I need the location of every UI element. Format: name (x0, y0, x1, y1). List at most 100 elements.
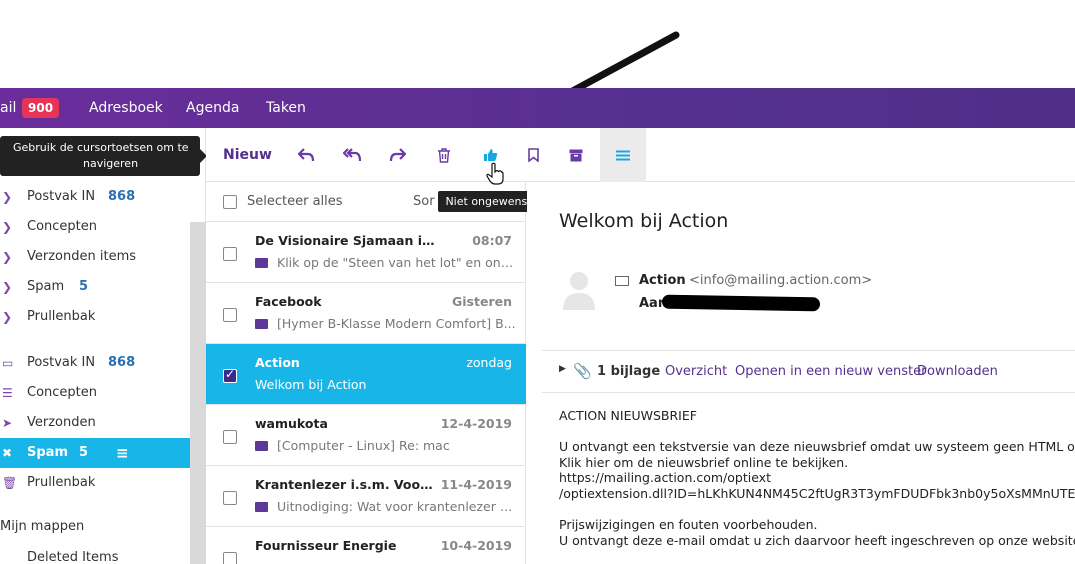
message-date: 08:07 (472, 233, 512, 248)
folder-postvak-in-2[interactable]: ▭ Postvak IN 868 (0, 348, 190, 378)
folder-verzonden-2[interactable]: ➤ Verzonden (0, 408, 190, 438)
message-checkbox[interactable] (223, 552, 237, 564)
message-from: Action (255, 355, 300, 370)
bookmark-icon[interactable] (513, 128, 553, 182)
folder-label: Prullenbak (27, 309, 96, 324)
envelope-icon (255, 319, 268, 329)
attachment-count: 1 bijlage (597, 364, 661, 379)
message-date: 11-4-2019 (440, 477, 512, 492)
email-body: ACTION NIEUWSBRIEF U ontvangt een tekstv… (559, 408, 1075, 548)
redaction-mark (661, 294, 821, 312)
chevron-right-icon[interactable]: ❯ (2, 242, 16, 272)
folder-postvak-in[interactable]: ❯ Postvak IN 868 (0, 182, 190, 212)
folder-label: Concepten (27, 385, 98, 400)
sender-name[interactable]: Action (639, 273, 686, 288)
folder-count: 868 (108, 189, 136, 204)
folder-label: Spam (27, 445, 68, 460)
folder-spam[interactable]: ❯ Spam 5 (0, 272, 190, 302)
folder-prullenbak-2[interactable]: 🗑 Prullenbak (0, 468, 190, 498)
forward-icon[interactable] (378, 128, 418, 182)
message-checkbox[interactable] (223, 491, 237, 505)
folder-count: 5 (79, 279, 89, 294)
new-message-button[interactable]: Nieuw (223, 128, 272, 182)
email-subject: Welkom bij Action (559, 210, 729, 232)
message-subject: [Computer - Linux] Re: mac (277, 438, 450, 453)
trash-icon[interactable] (424, 128, 464, 182)
message-from: Krantenlezer i.s.m. VoorDe... (255, 477, 435, 492)
folder-label: Prullenbak (27, 475, 96, 490)
message-row[interactable]: De Visionaire Sjamaan i.s.m Vo... 08:07 … (206, 222, 526, 283)
hand-cursor-icon (486, 162, 504, 185)
message-from: De Visionaire Sjamaan i.s.m Vo... (255, 233, 435, 248)
draft-icon: ☰ (2, 386, 13, 400)
folder-concepten-2[interactable]: ☰ Concepten (0, 378, 190, 408)
message-date: zondag (466, 355, 512, 370)
download-link[interactable]: Downloaden (917, 364, 998, 379)
select-all-checkbox[interactable] (223, 195, 237, 209)
folder-label: Verzonden (27, 415, 96, 430)
sort-button[interactable]: Sor (413, 194, 435, 209)
message-toolbar: Nieuw (206, 128, 1075, 182)
inbox-icon: ▭ (2, 356, 14, 370)
envelope-icon (255, 502, 268, 512)
folder-scrollbar[interactable] (190, 222, 206, 564)
message-subject: Welkom bij Action (255, 377, 367, 392)
message-checkbox[interactable] (223, 430, 237, 444)
folder-deleted-items[interactable]: Deleted Items (0, 543, 190, 564)
message-date: 10-4-2019 (440, 538, 512, 553)
open-new-window-link[interactable]: Openen in een nieuw venster (735, 364, 926, 379)
reply-all-icon[interactable] (332, 128, 372, 182)
folder-spam-2[interactable]: ✖ Spam 5 ≡ (0, 438, 190, 468)
nav-adresboek[interactable]: Adresboek (89, 88, 163, 128)
archive-icon[interactable] (556, 128, 596, 182)
folder-label: Postvak IN (27, 189, 96, 204)
folder-verzonden-items[interactable]: ❯ Verzonden items (0, 242, 190, 272)
folder-menu-icon[interactable]: ≡ (116, 438, 129, 468)
nav-taken[interactable]: Taken (266, 88, 306, 128)
nav-mail[interactable]: ail (0, 88, 16, 128)
message-checkbox[interactable] (223, 247, 237, 261)
trash-icon: 🗑 (2, 476, 18, 490)
caret-right-icon[interactable]: ▶ (559, 364, 566, 374)
envelope-icon (255, 258, 268, 268)
message-checkbox[interactable] (223, 367, 237, 383)
avatar-icon (563, 272, 595, 310)
message-subject: [Hymer B-Klasse Modern Comfort] B... (277, 316, 516, 331)
divider (542, 392, 1075, 393)
message-from: Fournisseur Energie (255, 538, 397, 553)
chevron-right-icon[interactable]: ❯ (2, 272, 16, 302)
divider (542, 350, 1075, 351)
send-icon: ➤ (2, 416, 13, 430)
reading-pane: Welkom bij Action Action <info@mailing.a… (527, 182, 1075, 564)
chevron-right-icon[interactable]: ❯ (2, 212, 16, 242)
overview-link[interactable]: Overzicht (665, 364, 727, 379)
spam-icon: ✖ (2, 446, 13, 460)
sender-envelope-icon (615, 276, 629, 286)
keyboard-hint-tooltip: Gebruik de cursortoetsen om te navigeren (0, 136, 207, 176)
message-row[interactable]: Fournisseur Energie 10-4-2019 (206, 527, 526, 564)
folder-prullenbak[interactable]: ❯ Prullenbak (0, 302, 190, 332)
envelope-icon (255, 441, 268, 451)
message-subject: Uitnodiging: Wat voor krantenlezer b... (277, 499, 517, 514)
message-row[interactable]: Facebook Gisteren [Hymer B-Klasse Modern… (206, 283, 526, 344)
folder-label: Spam (27, 279, 65, 294)
reply-icon[interactable] (286, 128, 326, 182)
paperclip-icon: 📎 (573, 362, 592, 380)
sender-address[interactable]: <info@mailing.action.com> (689, 273, 872, 288)
tooltip-line: navigeren (83, 157, 139, 170)
message-date: Gisteren (452, 294, 512, 309)
menu-icon[interactable] (600, 128, 646, 182)
folder-count: 868 (108, 355, 136, 370)
nav-agenda[interactable]: Agenda (186, 88, 239, 128)
message-row-selected[interactable]: Action zondag Welkom bij Action (206, 344, 526, 405)
message-row[interactable]: wamukota 12-4-2019 [Computer - Linux] Re… (206, 405, 526, 466)
message-subject: Klik op de "Steen van het lot" en ontdek… (277, 255, 517, 270)
message-from: Facebook (255, 294, 322, 309)
chevron-right-icon[interactable]: ❯ (2, 302, 16, 332)
chevron-right-icon[interactable]: ❯ (2, 182, 16, 212)
not-spam-tooltip: Niet ongewenst (438, 191, 539, 212)
select-all-label[interactable]: Selecteer alles (247, 194, 343, 209)
message-checkbox[interactable] (223, 308, 237, 322)
folder-concepten[interactable]: ❯ Concepten (0, 212, 190, 242)
message-row[interactable]: Krantenlezer i.s.m. VoorDe... 11-4-2019 … (206, 466, 526, 527)
